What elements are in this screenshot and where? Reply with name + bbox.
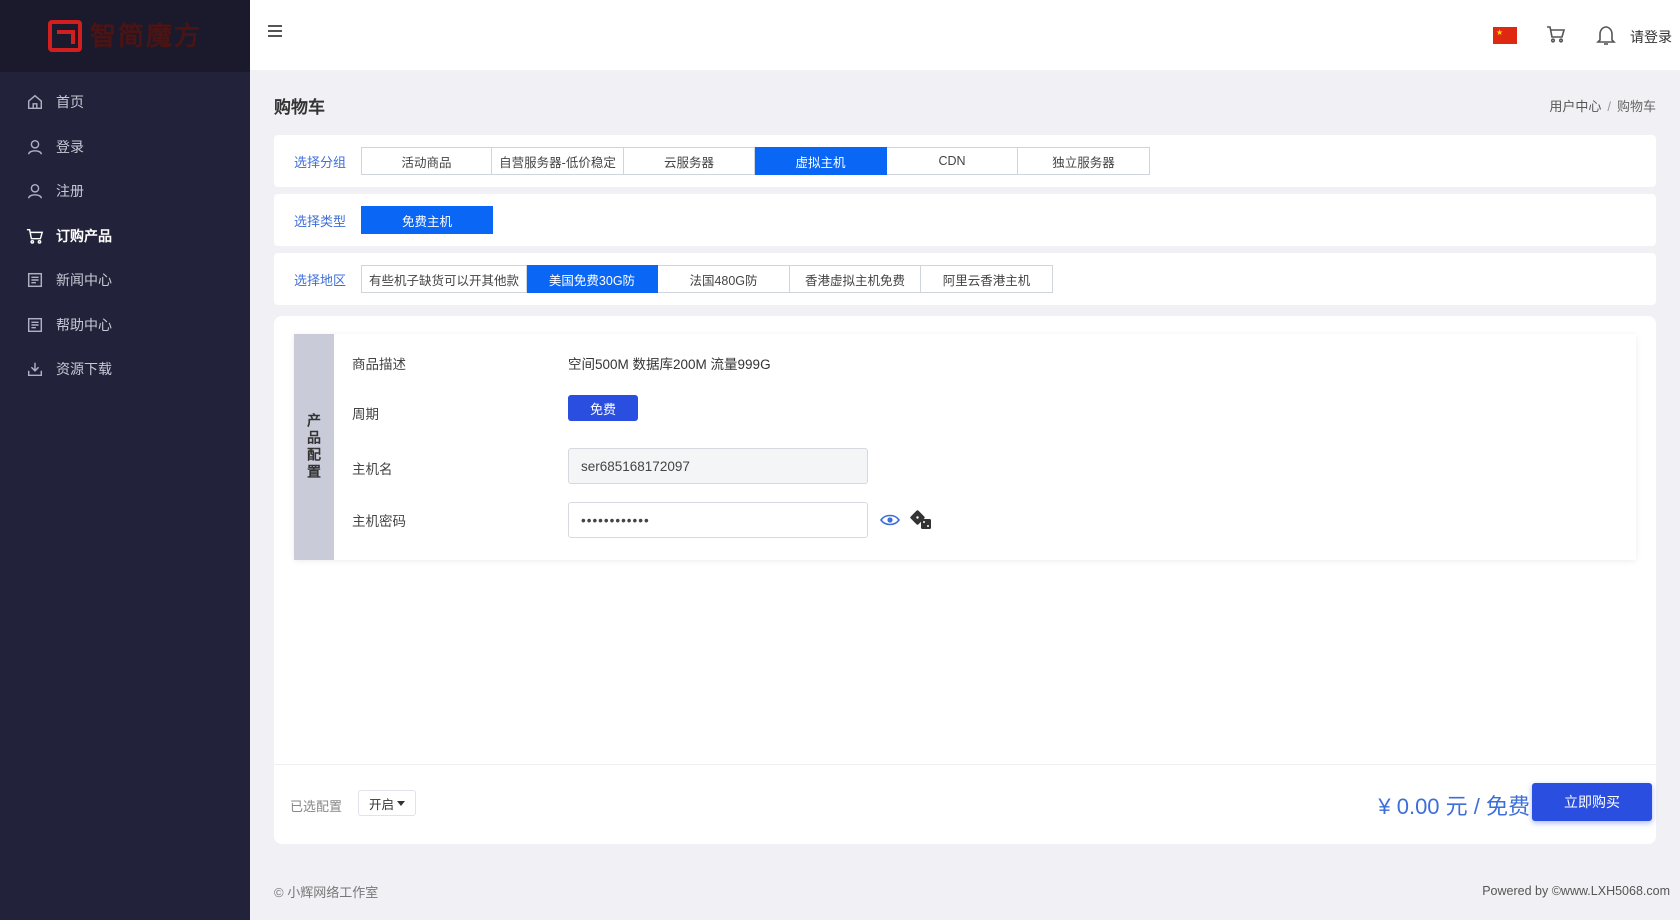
- type-selector-row: 选择类型 免费主机: [274, 194, 1656, 246]
- group-selector-row: 选择分组 活动商品 自营服务器-低价稳定 云服务器 虚拟主机 CDN 独立服务器: [274, 135, 1656, 187]
- sidebar-item-downloads[interactable]: 资源下载: [0, 347, 250, 392]
- selected-config-label: 已选配置: [290, 799, 343, 814]
- group-option-selected[interactable]: 虚拟主机: [755, 147, 887, 175]
- group-options: 活动商品 自营服务器-低价稳定 云服务器 虚拟主机 CDN 独立服务器: [361, 147, 1150, 175]
- sidebar-item-label: 新闻中心: [56, 272, 112, 289]
- group-option[interactable]: CDN: [887, 147, 1018, 175]
- period-label: 周期: [352, 407, 379, 422]
- breadcrumb-current: 购物车: [1616, 99, 1656, 114]
- config-box: 产品配置 商品描述 空间500M 数据库200M 流量999G 周期 免费 主机…: [294, 334, 1636, 560]
- config-toggle-dropdown[interactable]: 开启: [358, 790, 417, 816]
- buy-now-button[interactable]: 立即购买: [1532, 783, 1652, 821]
- footer-powered-by[interactable]: Powered by ©www.LXH5068.com: [1482, 884, 1670, 898]
- password-label: 主机密码: [352, 514, 406, 529]
- china-flag-icon[interactable]: ★: [1493, 27, 1517, 44]
- brand-name: 智简魔方: [90, 21, 203, 51]
- home-icon: [26, 93, 44, 111]
- sidebar: 智简魔方 首页 登录 注册 订购产品 新闻中心 帮助中心 资源下载: [0, 0, 250, 920]
- sidebar-item-order-products[interactable]: 订购产品: [0, 214, 250, 259]
- region-option[interactable]: 有些机子缺货可以开其他款: [361, 265, 527, 293]
- sidebar-item-label: 登录: [56, 138, 84, 155]
- user-icon: [26, 182, 44, 200]
- dice-random-icon[interactable]: [910, 509, 934, 531]
- sidebar-item-news[interactable]: 新闻中心: [0, 258, 250, 303]
- type-label: 选择类型: [294, 213, 347, 229]
- group-option[interactable]: 独立服务器: [1018, 147, 1150, 175]
- desc-value: 空间500M 数据库200M 流量999G: [568, 357, 771, 372]
- region-selector-row: 选择地区 有些机子缺货可以开其他款 美国免费30G防 法国480G防 香港虚拟主…: [274, 253, 1656, 305]
- price-total: ¥ 0.00 元 / 免费: [1378, 794, 1530, 819]
- login-link[interactable]: 请登录: [1630, 27, 1672, 47]
- sidebar-item-help[interactable]: 帮助中心: [0, 303, 250, 348]
- hostname-label: 主机名: [352, 462, 393, 477]
- caret-down-icon: [397, 800, 406, 806]
- sidebar-item-label: 资源下载: [56, 361, 112, 378]
- page-title: 购物车: [274, 98, 325, 117]
- cart-icon: [26, 227, 44, 245]
- desc-label: 商品描述: [352, 357, 406, 372]
- bell-icon[interactable]: [1596, 24, 1616, 46]
- password-input[interactable]: [568, 502, 868, 538]
- sidebar-item-label: 注册: [56, 183, 84, 200]
- sidebar-nav: 首页 登录 注册 订购产品 新闻中心 帮助中心 资源下载: [0, 72, 250, 392]
- breadcrumb-separator: /: [1607, 99, 1611, 114]
- group-option[interactable]: 自营服务器-低价稳定: [492, 147, 624, 175]
- hostname-input[interactable]: [568, 448, 868, 484]
- document-icon: [26, 316, 44, 334]
- menu-toggle-icon[interactable]: [268, 25, 282, 37]
- brand-text: 智简魔方: [90, 23, 202, 49]
- group-option[interactable]: 云服务器: [624, 147, 755, 175]
- sidebar-item-label: 首页: [56, 94, 84, 111]
- region-options: 有些机子缺货可以开其他款 美国免费30G防 法国480G防 香港虚拟主机免费 阿…: [361, 265, 1053, 293]
- region-label: 选择地区: [294, 272, 347, 288]
- user-icon: [26, 138, 44, 156]
- toggle-label: 开启: [369, 797, 395, 812]
- region-option[interactable]: 香港虚拟主机免费: [790, 265, 921, 293]
- region-option[interactable]: 法国480G防: [658, 265, 790, 293]
- brand-logo-area[interactable]: 智简魔方: [0, 0, 250, 72]
- region-option-selected[interactable]: 美国免费30G防: [527, 265, 658, 293]
- product-config-card: 产品配置 商品描述 空间500M 数据库200M 流量999G 周期 免费 主机…: [274, 316, 1656, 844]
- type-options: 免费主机: [361, 206, 493, 234]
- eye-icon[interactable]: [880, 512, 900, 528]
- sidebar-item-label: 订购产品: [56, 227, 112, 244]
- logo-icon: [48, 20, 82, 52]
- order-summary: 已选配置 开启 ¥ 0.00 元 / 免费 立即购买: [274, 764, 1656, 844]
- footer-copyright: © 小辉网络工作室: [274, 885, 379, 900]
- sidebar-item-label: 帮助中心: [56, 316, 112, 333]
- download-icon: [26, 360, 44, 378]
- config-side-title: 产品配置: [294, 334, 334, 560]
- top-header: ★ 请登录: [250, 0, 1680, 70]
- group-label: 选择分组: [294, 154, 347, 170]
- group-option[interactable]: 活动商品: [361, 147, 492, 175]
- sidebar-item-register[interactable]: 注册: [0, 169, 250, 214]
- sidebar-item-login[interactable]: 登录: [0, 125, 250, 170]
- breadcrumb: 用户中心 / 购物车: [1549, 96, 1656, 115]
- config-side-label: 产品配置: [306, 413, 322, 481]
- type-option-selected[interactable]: 免费主机: [361, 206, 493, 234]
- sidebar-item-home[interactable]: 首页: [0, 80, 250, 125]
- document-icon: [26, 271, 44, 289]
- period-free-button[interactable]: 免费: [568, 395, 638, 421]
- cart-icon[interactable]: [1546, 24, 1566, 44]
- region-option[interactable]: 阿里云香港主机: [921, 265, 1053, 293]
- breadcrumb-parent[interactable]: 用户中心: [1549, 99, 1601, 114]
